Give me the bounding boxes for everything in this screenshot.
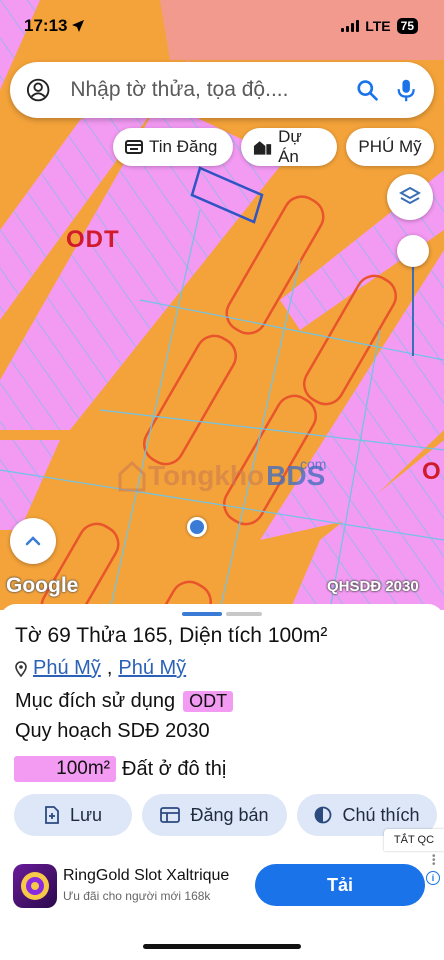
pin-icon: [15, 660, 27, 677]
watermark: Tongkho BDS com: [118, 456, 326, 492]
plan-area-desc: Đất ở đô thị: [122, 757, 227, 780]
sheet-number: 69: [47, 624, 71, 647]
list-post-icon: [160, 807, 181, 823]
area-value: 100m²: [267, 624, 328, 647]
purpose-label: Mục đích sử dụng: [15, 690, 176, 712]
plan-area-row: 100m² Đất ở đô thị: [14, 756, 226, 782]
google-logo: Google: [6, 574, 79, 597]
action-buttons: Lưu Đăng bán Chú thích: [0, 794, 444, 836]
status-time: 17:13: [24, 16, 68, 35]
area-label: Diện tích: [179, 624, 262, 647]
status-bar: 17:13 LTE 75: [0, 0, 444, 52]
layer-tag: QHSDĐ 2030: [327, 578, 419, 595]
network-type: LTE: [365, 18, 391, 34]
parcel-info-sheet: Tờ 69 Thửa 165, Diện tích 100m² Phú Mỹ ,…: [0, 604, 444, 824]
address-separator: ,: [106, 657, 113, 679]
status-time-group: 17:13: [24, 16, 85, 36]
plot-title: Tờ 69 Thửa 165, Diện tích 100m²: [15, 624, 328, 647]
search-input[interactable]: [70, 78, 342, 102]
address: Phú Mỹ , Phú Mỹ: [15, 657, 186, 680]
zone-label-odt: ODT: [66, 226, 120, 253]
current-location-marker: [187, 517, 207, 537]
expand-up-button[interactable]: [10, 518, 56, 564]
opacity-slider-thumb[interactable]: [397, 235, 429, 267]
watermark-text-c: com: [300, 456, 327, 472]
ward-link[interactable]: Phú Mỹ: [33, 657, 101, 680]
plan-area-swatch: 100m²: [14, 756, 116, 782]
slot-game-icon: [21, 872, 49, 900]
listing-icon: [125, 140, 143, 154]
post-sale-button[interactable]: Đăng bán: [142, 794, 287, 836]
ad-subtitle: Ưu đãi cho người mới 168k: [63, 889, 211, 903]
sheet-label: Tờ: [15, 624, 42, 647]
save-add-icon: [45, 806, 59, 824]
plot-number: 165: [132, 624, 168, 647]
plot-label: Thửa: [76, 624, 127, 647]
chevron-up-icon: [25, 536, 41, 546]
save-button[interactable]: Lưu: [14, 794, 132, 836]
signal-icon: [341, 20, 360, 32]
layers-icon: [399, 186, 421, 205]
sheet-handle[interactable]: [226, 612, 262, 616]
plan-label: Quy hoạch SDĐ 2030: [15, 720, 210, 742]
ad-menu-icon[interactable]: • • •: [432, 852, 436, 870]
app-screen: ODT O Tongkho BDS com Google QHSDĐ 2030 …: [0, 0, 444, 960]
chip-label: Dự Án: [278, 127, 302, 166]
land-purpose: Mục đích sử dụng ODT: [15, 690, 234, 713]
sheet-handle-active[interactable]: [182, 612, 222, 616]
ad-app-icon: [13, 864, 57, 908]
chip-phu-my[interactable]: PHÚ Mỹ: [346, 128, 434, 166]
search-icon[interactable]: [355, 77, 379, 103]
status-indicators: LTE 75: [341, 18, 418, 34]
ad-info-icon[interactable]: i: [426, 871, 440, 885]
account-icon[interactable]: [26, 77, 50, 103]
post-sale-label: Đăng bán: [190, 804, 269, 825]
zone-label-odt-partial: O: [422, 458, 442, 485]
opacity-slider-track[interactable]: [412, 252, 414, 356]
chip-du-an[interactable]: Dự Án: [241, 127, 337, 166]
chip-label: Tin Đăng: [149, 137, 218, 156]
microphone-icon[interactable]: [394, 77, 418, 103]
district-link[interactable]: Phú Mỹ: [118, 657, 186, 680]
close-ad-button[interactable]: TẮT QC: [384, 829, 444, 851]
layers-button[interactable]: [387, 174, 433, 220]
legend-icon: [315, 806, 332, 824]
ad-title: RingGold Slot Xaltrique: [63, 867, 230, 884]
filter-chips: Tin Đăng Dự Án PHÚ Mỹ: [0, 127, 444, 166]
ad-banner[interactable]: RingGold Slot Xaltrique Ưu đãi cho người…: [0, 851, 444, 923]
purpose-code-badge: ODT: [183, 691, 234, 712]
watermark-house-icon: [118, 460, 146, 492]
save-label: Lưu: [69, 804, 103, 825]
home-indicator[interactable]: [143, 944, 301, 949]
location-arrow-icon: [72, 20, 85, 32]
battery-icon: 75: [396, 18, 418, 34]
watermark-text-a: Tongkho: [148, 460, 265, 491]
chip-label: PHÚ Mỹ: [358, 137, 422, 156]
search-bar: [10, 62, 434, 118]
legend-label: Chú thích: [342, 804, 420, 825]
buildings-icon: [253, 141, 272, 155]
ad-download-button[interactable]: Tải: [255, 864, 425, 906]
chip-tin-dang[interactable]: Tin Đăng: [113, 128, 233, 166]
